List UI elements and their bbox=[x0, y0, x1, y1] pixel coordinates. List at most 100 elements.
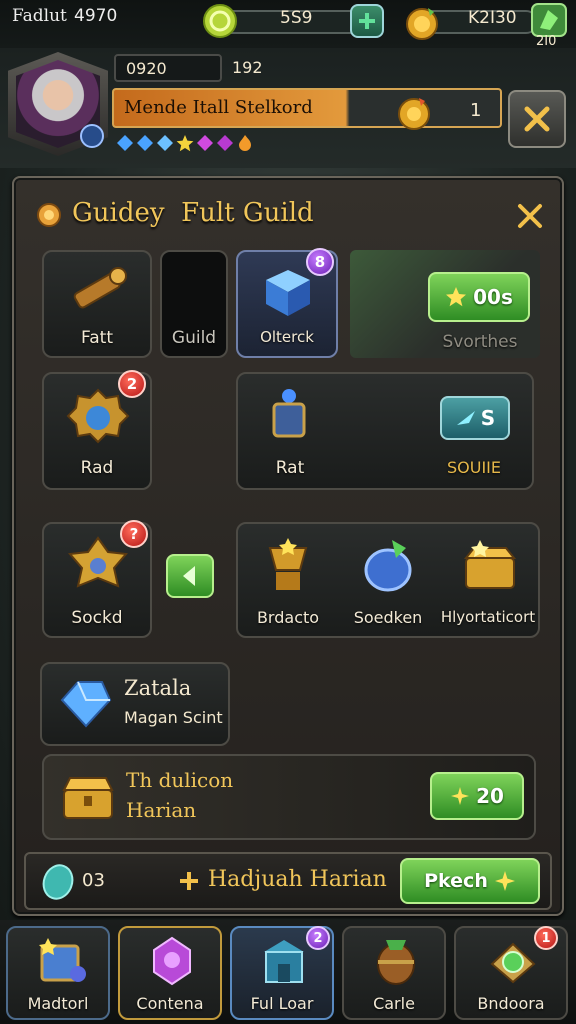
nav-label: Bndoora bbox=[477, 994, 545, 1013]
row2-claim-label: S bbox=[480, 406, 496, 430]
scroll-left-button[interactable] bbox=[166, 554, 214, 598]
top-bar: Fadlut 4970 5S9 K2I30 2I0 bbox=[0, 0, 576, 49]
footer-action-button[interactable]: Pkech bbox=[400, 858, 540, 904]
row3-item-label: Soedken bbox=[353, 608, 423, 627]
guild-emblem-icon bbox=[36, 202, 62, 228]
daily-claim-button[interactable]: 20 bbox=[430, 772, 524, 820]
crystal-icon bbox=[144, 934, 200, 988]
item-label-olterck: Olterck bbox=[260, 328, 314, 346]
daily-card: Th dulicon Harian 20 bbox=[42, 754, 536, 840]
star-icon bbox=[446, 287, 467, 307]
item-label-rad: Rad bbox=[80, 458, 114, 478]
nav-item-ful-loar[interactable]: 2 Ful Loar bbox=[230, 926, 334, 1020]
treasure-chest-icon bbox=[460, 536, 520, 596]
daily-subtitle: Harian bbox=[126, 798, 197, 822]
panel-close-button[interactable] bbox=[512, 198, 548, 234]
row1-claim-label: 00s bbox=[473, 285, 513, 309]
top-left-value: 4970 bbox=[74, 6, 118, 26]
nav-label: Ful Loar bbox=[250, 994, 314, 1013]
purple-gem-icon bbox=[217, 135, 233, 151]
plus-icon bbox=[180, 872, 198, 890]
item-slot-olterck[interactable]: 8 Olterck bbox=[236, 248, 338, 358]
gold-chest-icon bbox=[58, 766, 118, 826]
row1-claim-button[interactable]: 00s bbox=[428, 272, 530, 322]
player-banner: Mende Itall Stelkord bbox=[112, 88, 502, 128]
item-label-fatt: Fatt bbox=[81, 328, 113, 348]
coin-icon bbox=[202, 3, 238, 39]
footer-action-label: Pkech bbox=[424, 870, 488, 892]
nav-label: Contena bbox=[136, 994, 204, 1013]
banner-count: 1 bbox=[470, 100, 482, 121]
item-label-rat: Rat bbox=[275, 458, 305, 478]
coin-value: 5S9 bbox=[280, 8, 313, 28]
star-icon bbox=[176, 135, 194, 152]
gem-sub-value: 2I0 bbox=[536, 34, 557, 49]
item-slot-guild[interactable]: Guild bbox=[160, 250, 228, 358]
orb-icon bbox=[360, 536, 416, 596]
gold-bag-icon bbox=[394, 92, 434, 132]
potion-icon bbox=[264, 386, 314, 442]
banner-text: Mende Itall Stelkord bbox=[124, 97, 313, 118]
gear-icon bbox=[64, 386, 132, 450]
nav-label: Carle bbox=[373, 994, 415, 1013]
row3-item-1[interactable]: Brdacto bbox=[238, 524, 338, 636]
flame-icon bbox=[239, 135, 251, 151]
row3-item-3[interactable]: Hlyortaticort bbox=[438, 524, 542, 636]
zatala-card[interactable]: Zatala Magan Scint bbox=[40, 662, 230, 746]
blue-gem-icon bbox=[157, 135, 173, 151]
nav-item-madtorl[interactable]: Madtorl bbox=[6, 926, 110, 1020]
row1-sub-label: Svorthes bbox=[442, 332, 518, 352]
guild-panel: Guidey Fult Guild Fatt Guild 8 Olterck 0… bbox=[12, 176, 564, 916]
item-label-guild: Guild bbox=[171, 328, 217, 348]
close-icon bbox=[518, 204, 542, 228]
footer-label: Hadjuah Harian bbox=[208, 867, 387, 892]
leaf-gem-icon bbox=[38, 862, 78, 902]
player-id-box: 0920 bbox=[114, 54, 222, 82]
footer-count: 03 bbox=[82, 870, 105, 891]
daily-title: Th dulicon bbox=[126, 768, 234, 792]
blue-gem-icon bbox=[117, 135, 133, 151]
purple-gem-icon bbox=[197, 135, 213, 151]
shop-icon bbox=[256, 934, 312, 988]
nav-item-contena[interactable]: Contena bbox=[118, 926, 222, 1020]
spyglass-icon bbox=[66, 260, 130, 320]
row1-reward-area: 00s Svorthes bbox=[350, 250, 540, 358]
feather-icon bbox=[456, 411, 475, 425]
item-slot-rad[interactable]: 2 Rad bbox=[42, 370, 152, 490]
alert-badge: 2 bbox=[118, 370, 146, 398]
daily-claim-label: 20 bbox=[476, 784, 504, 808]
gold-value: K2I30 bbox=[468, 8, 517, 28]
close-header-button[interactable] bbox=[508, 90, 566, 148]
panel-footer: 03 Hadjuah Harian Pkech bbox=[24, 852, 552, 910]
gem-row bbox=[116, 134, 254, 152]
barrel-icon bbox=[368, 934, 424, 988]
zatala-subtitle: Magan Scint bbox=[124, 708, 223, 727]
add-coin-button[interactable] bbox=[350, 4, 384, 38]
row2-claim-button[interactable]: S bbox=[440, 396, 510, 440]
gem-chest-icon bbox=[484, 934, 542, 988]
crystal-icon bbox=[56, 676, 114, 732]
row3-items-area: Brdacto Soedken Hlyortaticort bbox=[236, 522, 540, 638]
close-icon bbox=[524, 106, 550, 132]
avatar-search-icon[interactable] bbox=[80, 124, 104, 148]
alert-badge: ? bbox=[120, 520, 148, 548]
player-level: 192 bbox=[232, 58, 263, 77]
row3-item-label: Hlyortaticort bbox=[440, 608, 536, 626]
panel-title: Guidey Fult Guild bbox=[72, 198, 314, 228]
nav-label: Madtorl bbox=[27, 994, 89, 1013]
item-slot-fatt[interactable]: Fatt bbox=[42, 250, 152, 358]
item-badge: 8 bbox=[306, 248, 334, 276]
row2-sub-label: SOUIIE bbox=[446, 458, 501, 477]
nav-item-bndoora[interactable]: 1 Bndoora bbox=[454, 926, 568, 1020]
row3-item-2[interactable]: Soedken bbox=[338, 524, 438, 636]
row3-item-label: Brdacto bbox=[256, 608, 320, 627]
arrow-left-icon bbox=[183, 566, 195, 586]
sparkle-icon bbox=[494, 871, 515, 891]
player-header: 0920 192 Mende Itall Stelkord 1 bbox=[0, 48, 576, 168]
nav-item-carle[interactable]: Carle bbox=[342, 926, 446, 1020]
item-slot-sockd[interactable]: ? Sockd bbox=[42, 520, 152, 638]
gold-sack-icon bbox=[402, 2, 442, 42]
nav-badge: 1 bbox=[534, 926, 558, 950]
nav-badge: 2 bbox=[306, 926, 330, 950]
zatala-title: Zatala bbox=[124, 676, 192, 700]
